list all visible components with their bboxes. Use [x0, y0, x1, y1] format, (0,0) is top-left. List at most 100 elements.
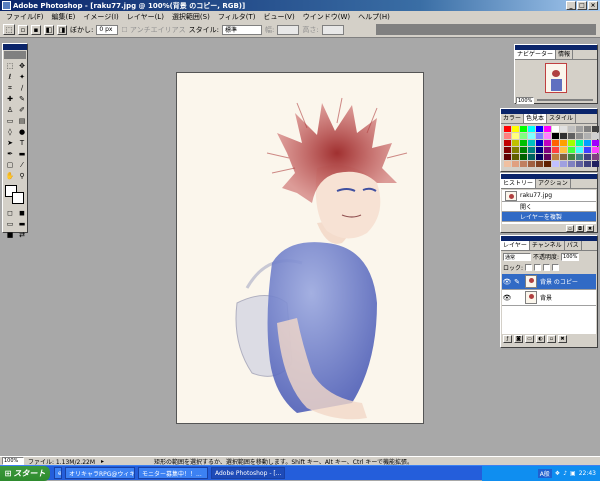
swatch-cell[interactable] — [552, 133, 559, 139]
lasso-icon[interactable]: ℓ — [4, 72, 16, 83]
swatch-cell[interactable] — [592, 133, 599, 139]
swatch-cell[interactable] — [512, 133, 519, 139]
task-photoshop[interactable]: Adobe Photoshop - [... — [211, 467, 285, 479]
menu-edit[interactable]: 編集(E) — [48, 12, 80, 22]
eraser-icon[interactable]: ▭ — [4, 116, 16, 127]
screen-mode-2-icon[interactable]: ▬ — [16, 219, 28, 230]
menu-select[interactable]: 選択範囲(S) — [168, 12, 214, 22]
swatch-cell[interactable] — [568, 140, 575, 146]
quick-launch-ie-icon[interactable]: e — [54, 467, 62, 479]
swatch-cell[interactable] — [584, 147, 591, 153]
swatch-cell[interactable] — [544, 154, 551, 160]
gradient-icon[interactable]: ▤ — [16, 116, 28, 127]
tab-color[interactable]: カラー — [501, 114, 525, 123]
swatch-cell[interactable] — [544, 126, 551, 132]
history-item[interactable]: 開く — [502, 202, 596, 212]
shape-icon[interactable]: ▬ — [16, 149, 28, 160]
layer-row-copy[interactable]: 👁 ✎ 背景 のコピー — [502, 274, 596, 290]
task-monitor[interactable]: モニター募集中！！... — [138, 467, 208, 479]
swatch-cell[interactable] — [520, 147, 527, 153]
swatch-cell[interactable] — [560, 133, 567, 139]
swatch-cell[interactable] — [520, 154, 527, 160]
navigator-zoom-field[interactable]: 100% — [516, 96, 534, 104]
subtract-selection-icon[interactable]: ◧ — [44, 24, 54, 35]
close-button[interactable]: × — [588, 1, 598, 10]
swatch-cell[interactable] — [504, 140, 511, 146]
swatch-cell[interactable] — [592, 147, 599, 153]
swatch-cell[interactable] — [512, 161, 519, 167]
volume-icon[interactable]: ♪ — [563, 470, 567, 477]
document-canvas[interactable] — [176, 72, 424, 424]
swatch-cell[interactable] — [560, 154, 567, 160]
visibility-eye-icon[interactable]: 👁 — [502, 278, 512, 286]
swatch-cell[interactable] — [536, 147, 543, 153]
tab-info[interactable]: 情報 — [556, 50, 574, 59]
standard-mode-icon[interactable]: ◻ — [4, 208, 16, 219]
swatch-cell[interactable] — [560, 161, 567, 167]
swatch-cell[interactable] — [584, 133, 591, 139]
swatch-cell[interactable] — [536, 126, 543, 132]
layer-row-background[interactable]: 👁 背景 — [502, 290, 596, 306]
style-select[interactable]: 標準 — [221, 24, 262, 35]
swatch-cell[interactable] — [520, 140, 527, 146]
swatch-cell[interactable] — [568, 147, 575, 153]
swatch-cell[interactable] — [568, 154, 575, 160]
adjustment-layer-icon[interactable]: ◐ — [536, 335, 545, 343]
new-group-icon[interactable]: ▭ — [525, 335, 534, 343]
swatch-cell[interactable] — [528, 140, 535, 146]
swatch-cell[interactable] — [584, 154, 591, 160]
swatch-cell[interactable] — [528, 154, 535, 160]
brush-icon[interactable]: ✎ — [16, 94, 28, 105]
menu-help[interactable]: ヘルプ(H) — [354, 12, 394, 22]
swatch-cell[interactable] — [576, 140, 583, 146]
new-document-icon[interactable]: ▫ — [566, 225, 574, 232]
navigator-zoom-slider[interactable] — [537, 99, 593, 101]
slice-icon[interactable]: ∕ — [16, 83, 28, 94]
tab-paths[interactable]: パス — [565, 241, 582, 250]
menu-file[interactable]: ファイル(F) — [2, 12, 48, 22]
move-icon[interactable]: ✥ — [16, 61, 28, 72]
width-input[interactable] — [277, 24, 300, 35]
swatch-cell[interactable] — [552, 140, 559, 146]
ime-indicator[interactable]: A般 — [537, 469, 552, 478]
swatch-cell[interactable] — [528, 147, 535, 153]
new-snapshot-icon[interactable]: ◘ — [576, 225, 584, 232]
swatch-cell[interactable] — [528, 126, 535, 132]
swatch-cell[interactable] — [536, 161, 543, 167]
blend-mode-select[interactable]: 通常 — [503, 252, 531, 261]
swatch-cell[interactable] — [520, 126, 527, 132]
swatch-cell[interactable] — [552, 147, 559, 153]
swatch-cell[interactable] — [528, 133, 535, 139]
minimize-button[interactable]: _ — [566, 1, 576, 10]
lock-all-checkbox[interactable] — [552, 264, 560, 271]
zoom-field[interactable]: 100% — [2, 457, 24, 465]
marquee-icon[interactable]: ⬚ — [4, 61, 16, 72]
swatch-cell[interactable] — [584, 161, 591, 167]
menu-view[interactable]: ビュー(V) — [259, 12, 298, 22]
notes-icon[interactable]: ▢ — [4, 160, 16, 171]
swatch-cell[interactable] — [528, 161, 535, 167]
navigator-thumbnail[interactable] — [545, 63, 567, 93]
delete-layer-icon[interactable]: ✖ — [558, 335, 567, 343]
layer-style-icon[interactable]: ƒ — [503, 335, 512, 343]
swatch-cell[interactable] — [504, 147, 511, 153]
tab-channels[interactable]: チャンネル — [530, 241, 565, 250]
toolbox-header[interactable] — [3, 44, 27, 50]
menu-window[interactable]: ウインドウ(W) — [299, 12, 354, 22]
menu-filter[interactable]: フィルタ(T) — [214, 12, 260, 22]
ime-icon[interactable]: ❖ — [555, 470, 560, 477]
screen-mode-1-icon[interactable]: ▭ — [4, 219, 16, 230]
tab-history[interactable]: ヒストリー — [501, 179, 537, 188]
history-snapshot[interactable]: raku77.jpg — [502, 190, 596, 202]
zoom-icon[interactable]: ⚲ — [16, 171, 28, 182]
swatch-cell[interactable] — [504, 154, 511, 160]
swatch-cell[interactable] — [584, 126, 591, 132]
background-color[interactable] — [12, 192, 24, 204]
stamp-icon[interactable]: ♙ — [4, 105, 16, 116]
swatch-cell[interactable] — [504, 133, 511, 139]
layer-mask-icon[interactable]: ◙ — [514, 335, 523, 343]
dodge-icon[interactable]: ● — [16, 127, 28, 138]
visibility-eye-icon[interactable]: 👁 — [502, 294, 512, 302]
swatch-cell[interactable] — [560, 140, 567, 146]
swatch-cell[interactable] — [536, 154, 543, 160]
